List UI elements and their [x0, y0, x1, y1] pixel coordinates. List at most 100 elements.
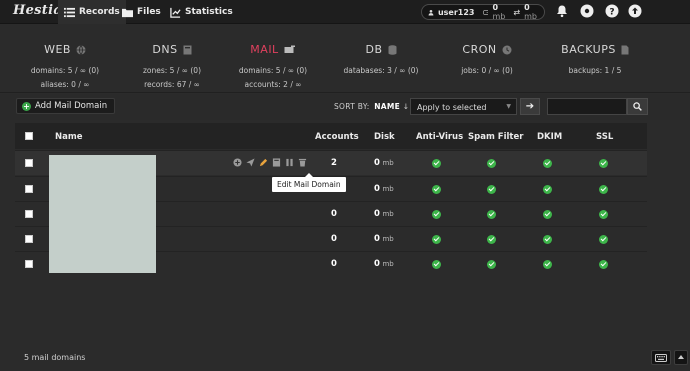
folder-icon	[122, 8, 133, 17]
disk-usage-cell: 0 mb	[374, 209, 394, 219]
stat-backups-title: BACKUPS	[561, 43, 616, 56]
ssl-check-icon	[599, 210, 608, 219]
chevron-down-icon: ▼	[506, 103, 511, 110]
disk-unit: mb	[492, 12, 506, 21]
list-icon	[64, 7, 75, 17]
stat-db-line1: databases: 3 / ∞ (0)	[343, 66, 419, 75]
disk-usage-cell: 0 mb	[374, 184, 394, 194]
header-spam-filter[interactable]: Spam Filter	[468, 132, 523, 142]
sort-by-control[interactable]: SORT BY: NAME ↓↑	[334, 102, 416, 111]
antivirus-check-icon	[432, 260, 441, 269]
redacted-domain-names	[49, 155, 156, 273]
bulk-action-select[interactable]: Apply to selected ▼	[410, 98, 517, 115]
header-name[interactable]: Name	[55, 132, 82, 142]
header-accounts[interactable]: Accounts	[315, 132, 359, 142]
row-checkbox[interactable]	[25, 185, 33, 193]
svg-text:?: ?	[609, 7, 614, 17]
dkim-check-icon	[543, 210, 552, 219]
disk-usage-cell: 0 mb	[374, 158, 394, 168]
apply-button[interactable]: ➔	[520, 98, 540, 115]
stat-web-line2: aliases: 0 / ∞	[40, 80, 90, 89]
arrow-right-icon: ➔	[525, 101, 535, 112]
select-all-checkbox[interactable]	[25, 132, 33, 140]
dns-records-icon[interactable]	[272, 158, 281, 167]
spam-filter-check-icon	[487, 235, 496, 244]
antivirus-check-icon	[432, 235, 441, 244]
disk-icon	[482, 9, 489, 15]
keyboard-icon	[655, 354, 667, 362]
bandwidth-usage: 0	[524, 3, 530, 12]
sort-by-value: NAME	[374, 102, 401, 111]
nav-files[interactable]: Files	[116, 0, 167, 24]
table-header: Name Accounts Disk Anti-Virus Spam Filte…	[15, 123, 647, 149]
user-pill[interactable]: user123 0 mb ⇄ 0 mb	[421, 3, 545, 21]
search-icon	[633, 102, 642, 111]
domain-count: 5 mail domains	[24, 353, 86, 362]
row-checkbox[interactable]	[25, 210, 33, 218]
nav-records-label: Records	[79, 7, 120, 17]
header-ssl[interactable]: SSL	[596, 132, 613, 142]
app-logo[interactable]: Hestia	[13, 3, 62, 18]
header-antivirus[interactable]: Anti-Virus	[416, 132, 463, 142]
nav-files-label: Files	[137, 7, 161, 17]
dkim-check-icon	[543, 235, 552, 244]
search-button[interactable]	[627, 98, 648, 115]
database-icon	[388, 44, 397, 55]
plus-icon: +	[22, 101, 31, 111]
bandwidth-unit: mb	[524, 12, 537, 21]
keyboard-shortcuts-button[interactable]	[651, 350, 671, 365]
book-icon	[183, 45, 192, 54]
accounts-count: 0	[331, 209, 337, 219]
header-disk[interactable]: Disk	[374, 132, 395, 142]
row-checkbox[interactable]	[25, 260, 33, 268]
stat-dns-line2: records: 67 / ∞	[144, 80, 200, 89]
globe-icon	[76, 44, 86, 55]
stat-db-title: DB	[365, 43, 383, 56]
stat-backups-line1: backups: 1 / 5	[568, 66, 622, 75]
trash-icon[interactable]	[298, 158, 307, 167]
nav-statistics-label: Statistics	[185, 7, 233, 17]
spam-filter-check-icon	[487, 260, 496, 269]
stat-dns-line1: zones: 5 / ∞ (0)	[142, 66, 202, 75]
send-icon[interactable]	[246, 158, 255, 167]
transfer-icon: ⇄	[513, 7, 521, 17]
header-dkim[interactable]: DKIM	[537, 132, 562, 142]
stat-cron-title: CRON	[462, 43, 497, 56]
accounts-count: 0	[331, 234, 337, 244]
disk-usage: 0	[492, 3, 499, 12]
row-checkbox[interactable]	[25, 159, 33, 167]
bell-icon[interactable]	[555, 4, 569, 18]
user-icon	[428, 9, 434, 15]
spam-filter-check-icon	[487, 185, 496, 194]
antivirus-check-icon	[432, 159, 441, 168]
scroll-top-button[interactable]	[674, 350, 688, 365]
file-icon	[621, 45, 629, 54]
stat-mail-line1: domains: 5 / ∞ (0)	[238, 66, 308, 75]
search-input[interactable]	[547, 98, 627, 115]
bulk-action-label: Apply to selected	[417, 103, 487, 112]
pencil-icon[interactable]	[259, 158, 268, 167]
settings-icon[interactable]	[580, 4, 594, 18]
stats-panel: WEB domains: 5 / ∞ (0) aliases: 0 / ∞ DN…	[0, 25, 690, 93]
disk-usage-cell: 0 mb	[374, 259, 394, 269]
logout-icon[interactable]	[628, 4, 642, 18]
mailbox-icon	[284, 45, 295, 53]
add-mail-domain-button[interactable]: + Add Mail Domain	[16, 98, 116, 114]
ssl-check-icon	[599, 185, 608, 194]
dkim-check-icon	[543, 185, 552, 194]
stat-web-line1: domains: 5 / ∞ (0)	[30, 66, 100, 75]
suspend-icon[interactable]	[285, 158, 294, 167]
clock-icon	[502, 45, 512, 54]
row-checkbox[interactable]	[25, 235, 33, 243]
antivirus-check-icon	[432, 210, 441, 219]
help-icon[interactable]: ?	[605, 4, 619, 18]
sort-by-label: SORT BY:	[334, 102, 370, 111]
disk-usage-cell: 0 mb	[374, 234, 394, 244]
edit-tooltip: Edit Mail Domain	[272, 173, 346, 192]
nav-statistics[interactable]: Statistics	[164, 0, 239, 24]
add-account-icon[interactable]	[233, 158, 242, 167]
dkim-check-icon	[543, 159, 552, 168]
accounts-count: 0	[331, 259, 337, 269]
chart-icon	[170, 7, 181, 18]
stat-dns-title: DNS	[152, 43, 178, 56]
